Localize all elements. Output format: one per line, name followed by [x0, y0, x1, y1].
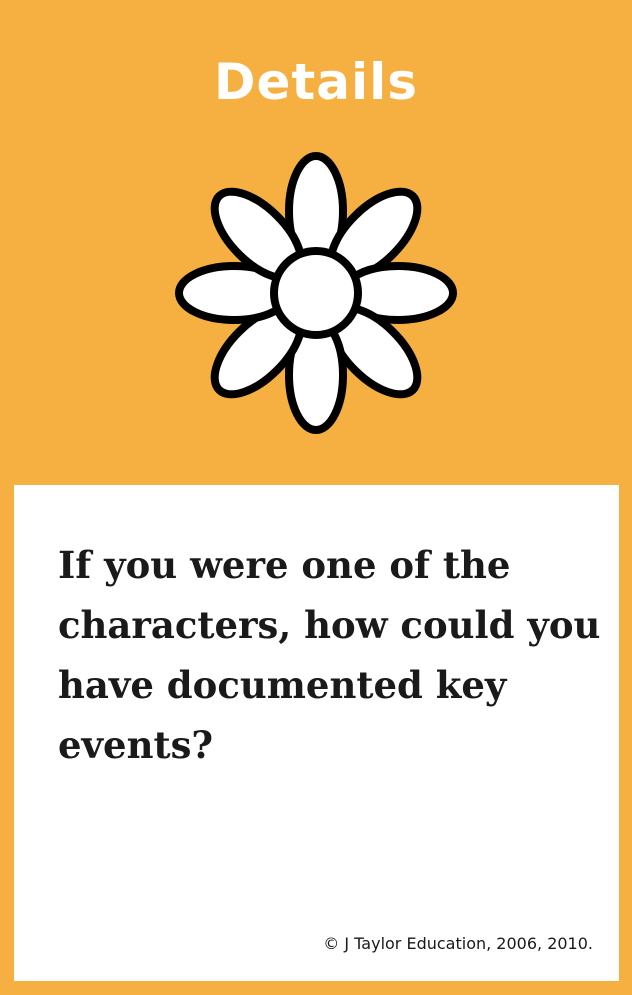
card-title: Details [213, 53, 419, 111]
question-text: If you were one of the characters, how c… [58, 543, 601, 767]
question-card: Details If you were one of the character… [0, 0, 632, 995]
question-panel: If you were one of the characters, how c… [14, 485, 619, 981]
copyright-notice: © J Taylor Education, 2006, 2010. [323, 934, 593, 953]
daisy-flower-icon [175, 152, 457, 434]
